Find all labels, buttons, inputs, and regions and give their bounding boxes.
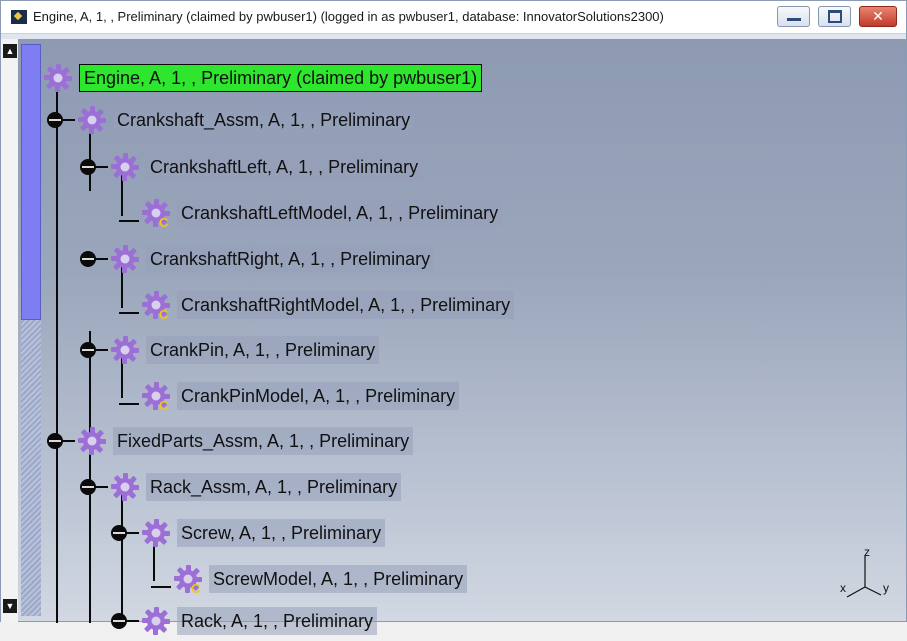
product-gear-icon[interactable] xyxy=(110,472,140,502)
scroll-down-button[interactable]: ▼ xyxy=(3,599,17,613)
tree-connector xyxy=(56,79,58,623)
product-gear-icon[interactable] xyxy=(110,244,140,274)
tree-node-label[interactable]: CrankPinModel, A, 1, , Preliminary xyxy=(177,382,460,410)
scrollbar-gutter xyxy=(1,39,18,623)
product-gear-icon[interactable] xyxy=(77,426,107,456)
svg-text:C: C xyxy=(159,307,169,320)
product-gear-icon[interactable] xyxy=(110,335,140,365)
product-gear-icon[interactable] xyxy=(77,105,107,135)
tree-connector xyxy=(94,486,108,488)
svg-text:C: C xyxy=(159,398,169,411)
x-axis-line xyxy=(846,586,866,598)
tree-node-label[interactable]: Rack, A, 1, , Preliminary xyxy=(177,607,378,635)
title-bar[interactable]: Engine, A, 1, , Preliminary (claimed by … xyxy=(1,1,906,34)
tree-node-label[interactable]: CrankshaftRight, A, 1, , Preliminary xyxy=(146,245,435,273)
part-model-icon[interactable]: C xyxy=(173,564,203,596)
tree-node-label[interactable]: CrankPin, A, 1, , Preliminary xyxy=(146,336,380,364)
z-axis-label: z xyxy=(864,545,870,559)
tree-connector xyxy=(89,441,91,623)
tree-node-label[interactable]: FixedParts_Assm, A, 1, , Preliminary xyxy=(113,427,414,455)
svg-text:C: C xyxy=(159,215,169,228)
tree-node-label[interactable]: CrankshaftRightModel, A, 1, , Preliminar… xyxy=(177,291,515,319)
tree-connector xyxy=(121,491,123,623)
tree-connector xyxy=(94,349,108,351)
part-model-icon[interactable]: C xyxy=(141,290,171,322)
tree-node-label[interactable]: CrankshaftLeftModel, A, 1, , Preliminary xyxy=(177,199,503,227)
scroll-up-button[interactable]: ▲ xyxy=(3,44,17,58)
product-gear-icon[interactable] xyxy=(141,606,171,636)
tree-connector xyxy=(61,119,75,121)
product-gear-icon[interactable] xyxy=(141,518,171,548)
app-icon xyxy=(11,10,27,24)
close-button[interactable]: ✕ xyxy=(859,6,897,27)
tree-node-label-active[interactable]: Engine, A, 1, , Preliminary (claimed by … xyxy=(79,64,483,92)
tree-node-label[interactable]: Rack_Assm, A, 1, , Preliminary xyxy=(146,473,402,501)
tree-connector xyxy=(119,312,139,314)
window-title: Engine, A, 1, , Preliminary (claimed by … xyxy=(33,9,664,24)
app-window: Engine, A, 1, , Preliminary (claimed by … xyxy=(0,0,907,635)
svg-text:C: C xyxy=(191,581,201,594)
minimize-icon xyxy=(786,17,801,21)
tree-connector xyxy=(61,440,75,442)
product-gear-icon[interactable] xyxy=(43,63,73,93)
product-gear-icon[interactable] xyxy=(110,152,140,182)
maximize-button[interactable] xyxy=(818,6,851,27)
x-axis-label: x xyxy=(840,581,846,595)
minimize-button[interactable] xyxy=(777,6,810,27)
maximize-icon xyxy=(827,10,842,23)
tree-node-label[interactable]: Crankshaft_Assm, A, 1, , Preliminary xyxy=(113,106,415,134)
y-axis-line xyxy=(864,586,882,596)
part-model-icon[interactable]: C xyxy=(141,198,171,230)
tree-connector xyxy=(119,220,139,222)
tree-node-label[interactable]: CrankshaftLeft, A, 1, , Preliminary xyxy=(146,153,423,181)
y-axis-label: y xyxy=(883,581,889,595)
tree-connector xyxy=(151,586,171,588)
tree-node-label[interactable]: ScrewModel, A, 1, , Preliminary xyxy=(209,565,468,593)
part-model-icon[interactable]: C xyxy=(141,381,171,413)
scrollbar-thumb[interactable] xyxy=(21,44,41,320)
tree-connector xyxy=(119,403,139,405)
close-icon: ✕ xyxy=(872,8,884,25)
tree-connector xyxy=(94,258,108,260)
tree-connector xyxy=(125,532,139,534)
tree-connector xyxy=(94,166,108,168)
tree-node-label[interactable]: Screw, A, 1, , Preliminary xyxy=(177,519,386,547)
